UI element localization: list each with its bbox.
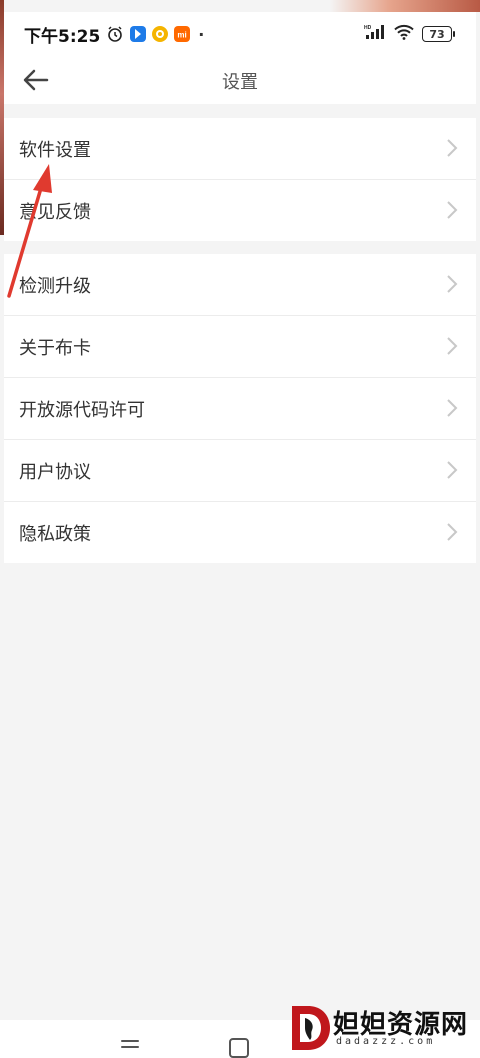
watermark-logo: 妲妲资源网 dadazzz.com	[288, 1002, 476, 1054]
signal-icon: HD	[364, 24, 386, 44]
watermark-domain: dadazzz.com	[336, 1036, 436, 1047]
settings-header: 设置	[4, 56, 476, 104]
status-time: 下午5:25	[24, 26, 101, 47]
chevron-right-icon	[447, 461, 458, 479]
settings-group-1: 软件设置 意见反馈	[4, 118, 476, 241]
wifi-icon	[394, 24, 414, 44]
settings-item-label: 检测升级	[19, 275, 91, 297]
home-icon[interactable]	[229, 1038, 249, 1058]
status-bar: 下午5:25 mi · HD 73	[4, 12, 476, 56]
status-dot: ·	[198, 24, 205, 44]
app-notification-icon-blue	[130, 26, 147, 42]
mi-icon: mi	[174, 26, 191, 42]
chevron-right-icon	[447, 275, 458, 293]
alarm-icon	[106, 25, 124, 43]
settings-item-label: 关于布卡	[19, 337, 91, 359]
menu-icon[interactable]	[121, 1040, 139, 1054]
chevron-right-icon	[447, 201, 458, 219]
settings-item-check-update[interactable]: 检测升级	[4, 254, 476, 316]
settings-item-about[interactable]: 关于布卡	[4, 316, 476, 378]
settings-item-feedback[interactable]: 意见反馈	[4, 180, 476, 241]
chevron-right-icon	[447, 337, 458, 355]
svg-text:HD: HD	[364, 25, 372, 31]
settings-item-label: 隐私政策	[19, 523, 91, 545]
watermark-d-logo-icon	[292, 1006, 330, 1050]
app-notification-icon-yellow	[152, 26, 169, 42]
settings-item-label: 开放源代码许可	[19, 399, 145, 421]
settings-item-user-agreement[interactable]: 用户协议	[4, 440, 476, 502]
chevron-right-icon	[447, 523, 458, 541]
background-image-top	[330, 0, 480, 12]
settings-item-open-source-licenses[interactable]: 开放源代码许可	[4, 378, 476, 440]
svg-text:mi: mi	[178, 31, 187, 40]
page-title: 设置	[222, 72, 258, 93]
battery-indicator: 73	[422, 26, 455, 42]
chevron-right-icon	[447, 139, 458, 157]
settings-item-privacy-policy[interactable]: 隐私政策	[4, 502, 476, 563]
settings-item-label: 软件设置	[19, 139, 91, 161]
settings-group-2: 检测升级 关于布卡 开放源代码许可 用户协议 隐私政策	[4, 254, 476, 563]
chevron-right-icon	[447, 399, 458, 417]
settings-item-label: 意见反馈	[19, 201, 91, 223]
settings-item-software-settings[interactable]: 软件设置	[4, 118, 476, 180]
settings-item-label: 用户协议	[19, 461, 91, 483]
